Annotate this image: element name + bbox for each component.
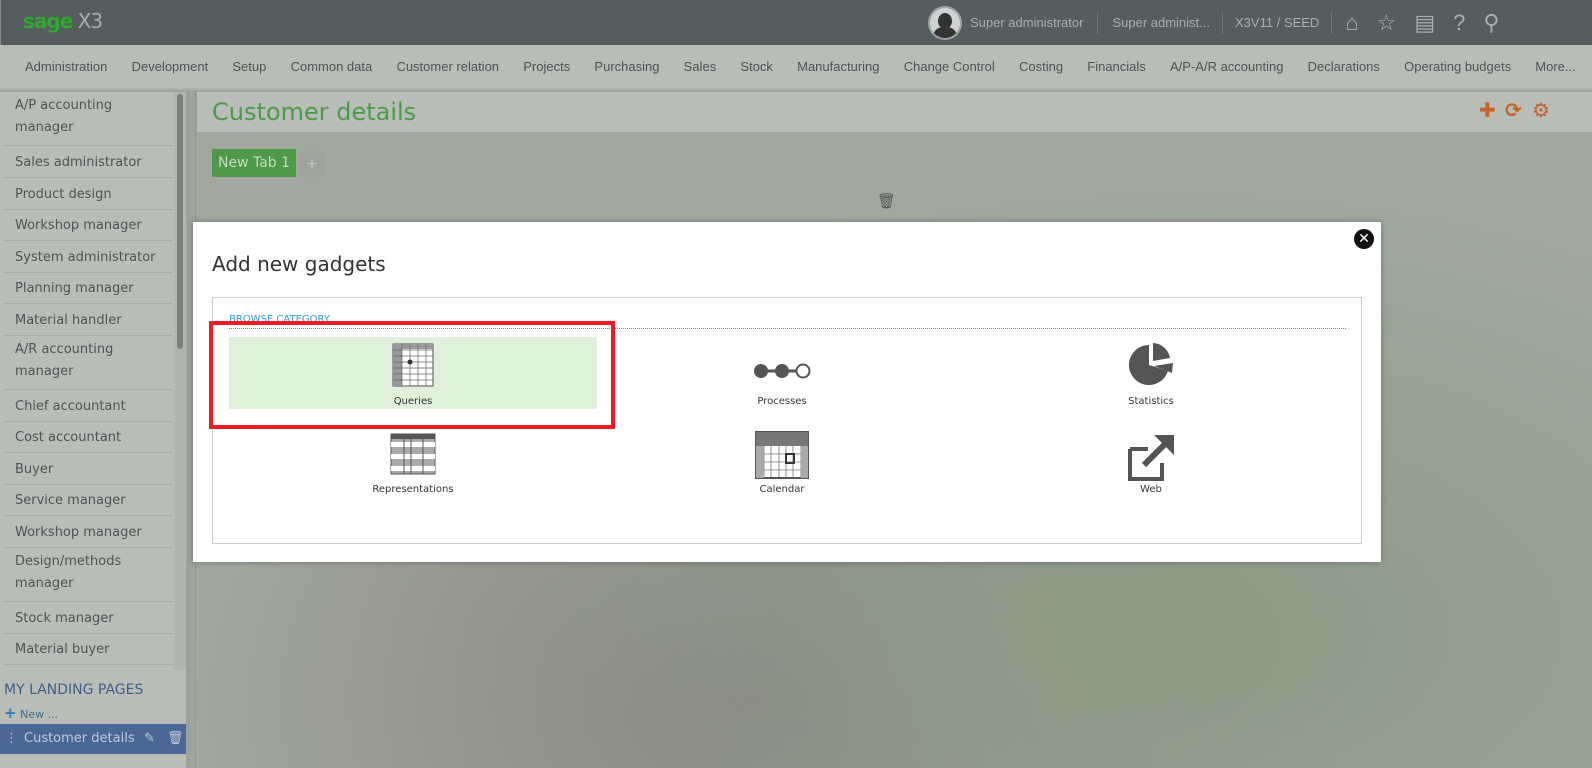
menu-item[interactable]: Declarations [1308,59,1380,74]
gadget-representations[interactable]: Representations [229,425,597,497]
dialog-title: Add new gadgets [212,252,386,276]
menu-more[interactable]: More... [1535,59,1575,74]
menu-item[interactable]: Projects [523,59,570,74]
menu-item[interactable]: Financials [1087,59,1146,74]
endpoint-selector[interactable]: X3V11 / SEED [1235,15,1319,30]
processes-icon [754,363,811,379]
sage-logo[interactable]: sage X3 [23,9,103,33]
menu-item[interactable]: Change Control [904,59,995,74]
menu-item[interactable]: Setup [232,59,266,74]
page-title: Customer details [212,98,417,126]
new-landing-page-link[interactable]: + New ... [4,704,58,722]
top-bar: sage X3 Super administrator Super admini… [0,0,1592,45]
gadget-calendar[interactable]: Calendar [598,425,966,497]
search-icon[interactable]: ⚲ [1483,10,1499,36]
landing-page-customer-details[interactable]: ⋮ Customer details ✎ 🗑 [0,724,186,754]
menu-item[interactable]: Customer relation [396,59,499,74]
gadget-statistics[interactable]: Statistics [967,337,1335,409]
menu-item[interactable]: Operating budgets [1404,59,1511,74]
menu-item[interactable]: Administration [25,59,107,74]
sidebar-item[interactable]: Design/methods manager [3,548,173,602]
sidebar-scrollbar[interactable] [174,92,186,670]
user-name[interactable]: Super administrator [970,15,1083,30]
gadget-processes[interactable]: Processes [598,337,966,409]
representations-icon [390,433,436,475]
gadget-web[interactable]: Web [967,425,1335,497]
home-icon[interactable]: ⌂ [1345,10,1358,36]
sidebar-item[interactable]: Sales administrator [3,146,173,178]
external-link-icon [1128,435,1174,481]
close-icon[interactable]: ✕ [1354,229,1374,249]
menu-item[interactable]: Sales [684,59,717,74]
menu-item[interactable]: Stock [740,59,773,74]
help-icon[interactable]: ? [1453,10,1465,36]
settings-gear-icon[interactable]: ⚙ [1532,98,1550,122]
plus-icon: + [4,704,17,722]
refresh-icon[interactable]: ⟳ [1505,98,1522,122]
main-menu: Administration Development Setup Common … [0,45,1592,90]
add-tab-button[interactable]: + [299,151,325,177]
sidebar-item[interactable]: Product design [3,178,173,210]
sidebar-item[interactable]: Workshop manager [3,209,173,242]
sidebar-item[interactable]: Material handler [3,304,173,336]
tab-new-tab-1[interactable]: New Tab 1 [212,149,297,177]
sidebar: A/P accounting manager Sales administrato… [0,92,186,768]
statistics-icon [1128,343,1173,385]
sidebar-item[interactable]: Planning manager [3,272,173,305]
calendar-icon [755,431,809,479]
menu-item[interactable]: Costing [1019,59,1063,74]
sidebar-item[interactable]: A/R accounting manager [3,336,173,390]
highlight-box [209,321,615,429]
menu-item[interactable]: Common data [291,59,373,74]
landing-pages-title: MY LANDING PAGES [4,682,144,698]
edit-icon[interactable]: ✎ [144,731,155,747]
sidebar-item[interactable]: System administrator [3,241,173,273]
delete-icon[interactable]: 🗑 [167,731,184,747]
trash-icon[interactable]: 🗑 [877,192,896,210]
menu-item[interactable]: Manufacturing [797,59,879,74]
sidebar-item[interactable]: Service manager [3,484,173,517]
sidebar-item[interactable]: Cost accountant [3,421,173,454]
sidebar-item[interactable]: Material buyer [3,633,173,666]
sidebar-item[interactable]: Stock manager [3,602,173,634]
drag-handle-icon[interactable]: ⋮ [5,731,18,746]
add-icon[interactable]: ✚ [1479,98,1496,122]
sidebar-item[interactable]: Workshop manager [3,516,173,548]
menu-item[interactable]: A/P-A/R accounting [1170,59,1283,74]
menu-item[interactable]: Purchasing [594,59,659,74]
layout-icon[interactable]: ▤ [1414,10,1435,36]
menu-item[interactable]: Development [132,59,209,74]
sidebar-item[interactable]: Chief accountant [3,390,173,422]
star-icon[interactable]: ☆ [1377,10,1397,36]
sidebar-item[interactable]: A/P accounting manager [3,92,173,146]
avatar[interactable] [928,5,962,40]
role-selector[interactable]: Super administ... [1112,15,1210,30]
sidebar-item[interactable]: Buyer [3,453,173,485]
